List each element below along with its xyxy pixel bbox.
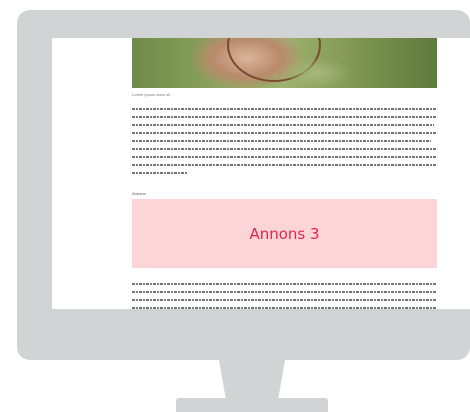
monitor-stand-neck — [219, 360, 285, 398]
ad-label: Annons — [132, 191, 146, 196]
monitor-screen: Lorem ipsum dolor sit Annons Annons 3 — [52, 38, 470, 309]
article-paragraph-2 — [132, 283, 437, 309]
ad-banner[interactable]: Annons 3 — [132, 199, 437, 268]
monitor-stand-base — [176, 398, 328, 412]
hero-image — [132, 38, 437, 88]
image-caption: Lorem ipsum dolor sit — [132, 92, 171, 97]
monitor-frame: Lorem ipsum dolor sit Annons Annons 3 — [17, 10, 470, 360]
article-paragraph-1 — [132, 108, 437, 180]
ad-banner-text: Annons 3 — [249, 224, 320, 243]
